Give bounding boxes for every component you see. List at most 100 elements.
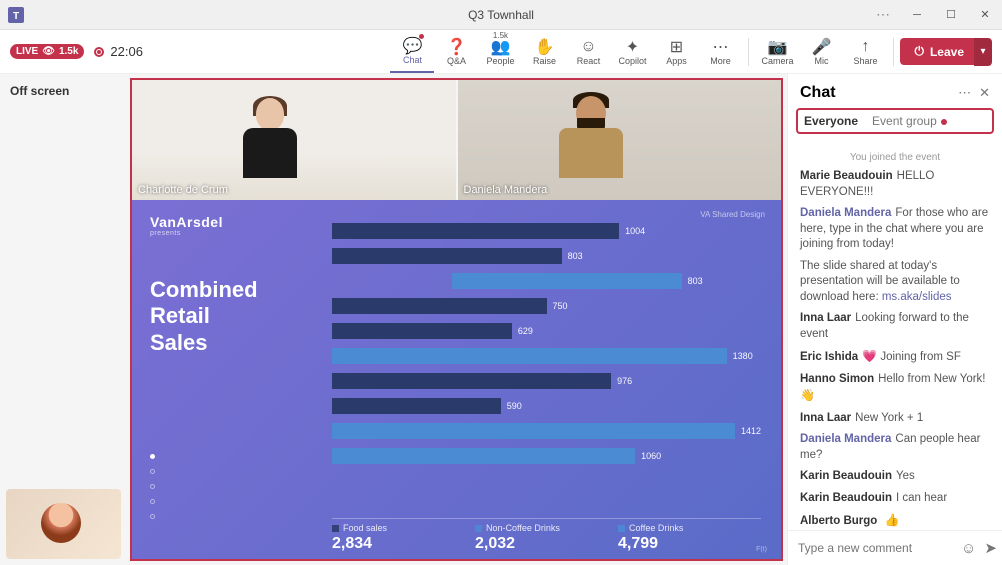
bar-row: 590 [332,395,761,417]
chat-message: The slide shared at today's presentation… [800,259,990,306]
shared-slide: VanArsdel presents VA Shared Design Comb… [132,200,781,559]
message-author: Daniela Mandera [800,433,891,445]
leave-caret-button[interactable]: ▾ [974,38,992,66]
chat-tabs-highlight: Everyone Event group [796,108,994,134]
legend-item: Food sales 2,834 [332,523,475,553]
toolbar-item-label: Mic [814,56,828,66]
bar-value: 1004 [625,226,645,236]
chat-input[interactable] [798,541,953,555]
legend-item: Coffee Drinks4,799 [618,523,761,553]
toolbar-camera-button[interactable]: 📷Camera [755,31,799,73]
bar-row: 803 [332,245,761,267]
meeting-toolbar: LIVE 👁 1.5k 22:06 💬Chat❓Q&A1.5k👥People✋R… [0,30,1002,74]
bar-row: 803 [332,270,761,292]
app-icon: T [8,7,24,23]
toolbar-item-label: React [577,56,601,66]
close-button[interactable]: ✕ [968,0,1002,30]
toolbar-react-button[interactable]: ☺React [566,31,610,73]
message-author: Eric Ishida [800,351,858,363]
avatar [561,92,621,182]
divider [893,38,894,66]
toolbar-device-controls: 📷Camera🎤Mic↑Share [755,31,887,73]
message-author: Inna Laar [800,412,851,424]
eye-icon: 👁 [42,46,55,57]
svg-text:T: T [13,11,19,22]
legend-value: 2,032 [475,535,618,553]
emoji-icon[interactable]: ☺ [961,540,976,557]
chat-message: Alberto Burgo 👍 [800,512,990,530]
bar [332,348,727,364]
chat-messages[interactable]: You joined the event Marie BeaudouinHELL… [788,140,1002,530]
phone-icon: ⏻ [914,44,924,59]
chat-close-icon[interactable]: ✕ [979,85,990,101]
toolbar-item-label: More [710,56,731,66]
camera-icon: 📷 [768,38,788,56]
toolbar-raise-button[interactable]: ✋Raise [522,31,566,73]
message-text: New York + 1 [855,412,923,424]
toolbar-mic-button[interactable]: 🎤Mic [799,31,843,73]
bar [332,398,501,414]
bar-value: 750 [553,301,568,311]
chat-message: Daniela ManderaFor those who are here, t… [800,206,990,253]
message-text: Joining from SF [880,351,961,363]
toolbar-apps-button[interactable]: ⊞Apps [654,31,698,73]
q&a-icon: ❓ [447,38,467,56]
chat-message: Inna Laar New York + 1 [800,411,990,427]
chat-more-icon[interactable]: ⋯ [958,85,971,101]
participant-name: Charlotte de Crum [138,184,228,196]
people-icon: 👥 [491,38,511,56]
bar-row: 750 [332,295,761,317]
legend-item: Non-Coffee Drinks2,032 [475,523,618,553]
titlebar-more-icon[interactable]: ⋯ [876,6,892,23]
viewer-count: 1.5k [59,46,78,57]
chat-tab-everyone[interactable]: Everyone [804,114,858,128]
window-title: Q3 Townhall [468,8,534,22]
toolbar-chat-button[interactable]: 💬Chat [390,31,434,73]
window-controls: ─ ☐ ✕ [900,0,1002,30]
divider [748,38,749,66]
chat-tab-event-group[interactable]: Event group [872,114,947,128]
toolbar-item-label: Share [853,56,877,66]
toolbar-item-label: People [486,56,514,66]
message-author: Karin Beaudouin [800,470,892,482]
chat-message: Karin BeaudouinI can hear [800,491,990,507]
message-link[interactable]: ms.aka/slides [882,291,952,303]
participant-name: Daniela Mandera [464,184,548,196]
slide-pager[interactable] [150,454,155,519]
toolbar-item-label: Apps [666,56,687,66]
stage-highlight: Charlotte de Crum Daniela Mandera VanArs… [130,78,783,561]
apps-icon: ⊞ [670,38,683,56]
bar [332,323,512,339]
legend-value: 2,834 [332,535,475,553]
toolbar-more-button[interactable]: ⋯More [698,31,742,73]
avatar [245,98,295,178]
bar-row: 1060 [332,445,761,467]
toolbar-people-button[interactable]: 1.5k👥People [478,31,522,73]
slide-corner-label: VA Shared Design [700,210,765,219]
self-view-tile[interactable] [6,489,121,559]
message-text: Yes [896,470,915,482]
video-tile[interactable]: Charlotte de Crum [132,80,456,200]
video-tile[interactable]: Daniela Mandera [458,80,782,200]
legend-label: Food sales [332,523,475,533]
leave-button[interactable]: ⏻ Leave [900,38,978,65]
bar [332,223,619,239]
toolbar-copilot-button[interactable]: ✦Copilot [610,31,654,73]
toolbar-q&a-button[interactable]: ❓Q&A [434,31,478,73]
emoji-icon: 💗 [862,349,877,363]
chat-header: Chat ⋯ ✕ [788,74,1002,108]
system-message: You joined the event [800,152,990,163]
maximize-button[interactable]: ☐ [934,0,968,30]
bar-value: 1380 [733,351,753,361]
titlebar: T Q3 Townhall ⋯ ─ ☐ ✕ [0,0,1002,30]
message-author: Marie Beaudouin [800,170,893,182]
message-author: Hanno Simon [800,373,874,385]
minimize-button[interactable]: ─ [900,0,934,30]
bar-value: 1412 [741,426,761,436]
bar-value: 976 [617,376,632,386]
toolbar-share-button[interactable]: ↑Share [843,31,887,73]
chat-message: Daniela ManderaCan people hear me? [800,432,990,463]
toolbar-item-label: Raise [533,56,556,66]
bar-row: 1380 [332,345,761,367]
send-icon[interactable]: ➤ [984,539,997,557]
